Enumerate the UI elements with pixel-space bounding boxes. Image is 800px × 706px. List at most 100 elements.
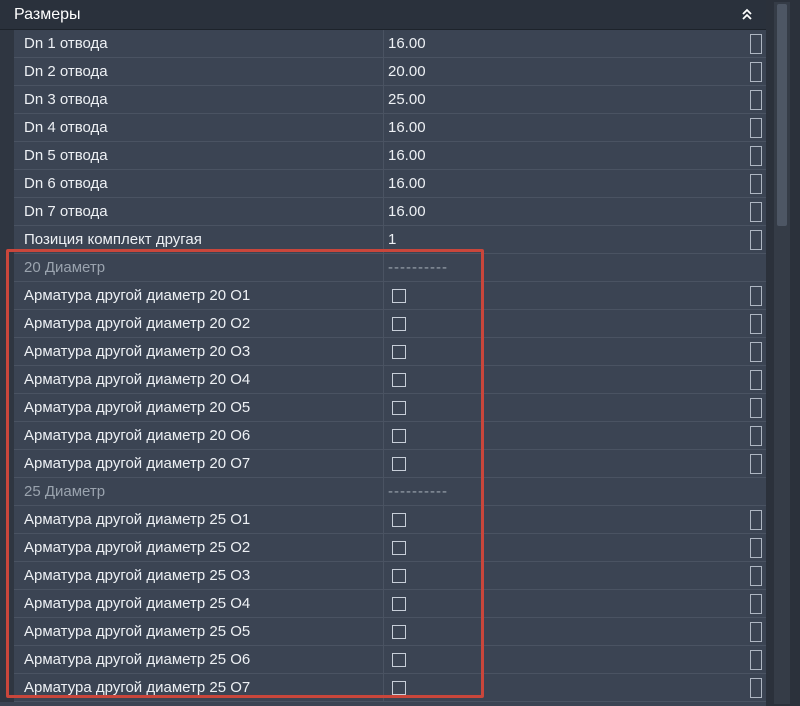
category-separator: ---------- xyxy=(383,254,741,281)
property-row[interactable]: Dn 3 отвода 25.00 xyxy=(0,86,766,114)
row-gutter xyxy=(0,422,14,450)
extra-button-icon xyxy=(749,89,762,110)
property-name: Dn 3 отвода xyxy=(24,91,108,108)
property-value[interactable]: 16.00 xyxy=(383,170,741,197)
property-value[interactable]: 25.00 xyxy=(383,86,741,113)
extra-button[interactable] xyxy=(745,618,766,645)
extra-button[interactable] xyxy=(745,282,766,309)
checkbox[interactable] xyxy=(392,373,406,387)
property-value[interactable]: 1 xyxy=(383,226,741,253)
property-value[interactable]: 16.00 xyxy=(383,142,741,169)
property-row[interactable]: Dn 2 отвода 20.00 xyxy=(0,58,766,86)
property-value xyxy=(383,562,741,589)
row-gutter xyxy=(0,674,14,702)
extra-button[interactable] xyxy=(745,366,766,393)
extra-button[interactable] xyxy=(745,170,766,197)
extra-button-icon xyxy=(749,201,762,222)
row-gutter xyxy=(0,590,14,618)
checkbox[interactable] xyxy=(392,513,406,527)
extra-button[interactable] xyxy=(745,226,766,253)
property-row[interactable]: Dn 7 отвода 16.00 xyxy=(0,198,766,226)
extra-button-icon xyxy=(749,173,762,194)
checkbox-row[interactable]: Арматура другой диаметр 25 O3 xyxy=(0,562,766,590)
extra-button[interactable] xyxy=(745,30,766,57)
property-row[interactable]: Dn 5 отвода 16.00 xyxy=(0,142,766,170)
category-name: 25 Диаметр xyxy=(24,483,106,500)
row-gutter xyxy=(0,86,14,114)
checkbox-row[interactable]: Арматура другой диаметр 25 O1 xyxy=(0,506,766,534)
category-name: 20 Диаметр xyxy=(24,259,106,276)
extra-button[interactable] xyxy=(745,114,766,141)
property-value xyxy=(383,282,741,309)
extra-button[interactable] xyxy=(745,310,766,337)
extra-button-icon xyxy=(749,593,762,614)
property-value[interactable]: 20.00 xyxy=(383,58,741,85)
checkbox[interactable] xyxy=(392,317,406,331)
checkbox-row[interactable]: Арматура другой диаметр 20 O3 xyxy=(0,338,766,366)
property-row[interactable]: Dn 4 отвода 16.00 xyxy=(0,114,766,142)
checkbox-row[interactable]: Арматура другой диаметр 20 O2 xyxy=(0,310,766,338)
property-name: Арматура другой диаметр 20 O6 xyxy=(24,427,251,444)
extra-button[interactable] xyxy=(745,142,766,169)
checkbox-row[interactable]: Арматура другой диаметр 20 O6 xyxy=(0,422,766,450)
property-name: Арматура другой диаметр 25 O7 xyxy=(24,679,251,696)
checkbox[interactable] xyxy=(392,569,406,583)
extra-button[interactable] xyxy=(745,394,766,421)
row-gutter xyxy=(0,58,14,86)
checkbox-row[interactable]: Арматура другой диаметр 20 O5 xyxy=(0,394,766,422)
extra-button[interactable] xyxy=(745,562,766,589)
extra-button[interactable] xyxy=(745,506,766,533)
checkbox[interactable] xyxy=(392,681,406,695)
checkbox-row[interactable]: Арматура другой диаметр 25 O4 xyxy=(0,590,766,618)
extra-button-icon xyxy=(749,229,762,250)
property-value[interactable]: 16.00 xyxy=(383,114,741,141)
extra-button[interactable] xyxy=(745,58,766,85)
checkbox-row[interactable]: Арматура другой диаметр 20 O7 xyxy=(0,450,766,478)
checkbox[interactable] xyxy=(392,597,406,611)
property-value[interactable]: 16.00 xyxy=(383,30,741,57)
extra-button[interactable] xyxy=(745,450,766,477)
checkbox[interactable] xyxy=(392,345,406,359)
scrollbar-thumb[interactable] xyxy=(777,4,787,226)
vertical-scrollbar[interactable] xyxy=(766,0,800,706)
extra-button[interactable] xyxy=(745,422,766,449)
checkbox[interactable] xyxy=(392,289,406,303)
extra-button-icon xyxy=(749,537,762,558)
section-header-razmery[interactable]: Размеры xyxy=(0,0,766,30)
checkbox-row[interactable]: Арматура другой диаметр 20 O1 xyxy=(0,282,766,310)
extra-button[interactable] xyxy=(745,590,766,617)
property-row[interactable]: Позиция комплект другая 1 xyxy=(0,226,766,254)
row-gutter xyxy=(0,478,14,506)
extra-button-icon xyxy=(749,145,762,166)
checkbox[interactable] xyxy=(392,653,406,667)
checkbox-row[interactable]: Арматура другой диаметр 25 O6 xyxy=(0,646,766,674)
extra-button[interactable] xyxy=(745,534,766,561)
checkbox[interactable] xyxy=(392,541,406,555)
extra-button[interactable] xyxy=(745,86,766,113)
extra-button[interactable] xyxy=(745,674,766,701)
property-row[interactable]: Dn 1 отвода 16.00 xyxy=(0,30,766,58)
property-value[interactable]: 16.00 xyxy=(383,198,741,225)
extra-button-icon xyxy=(749,397,762,418)
extra-button-icon xyxy=(749,61,762,82)
extra-button[interactable] xyxy=(745,198,766,225)
checkbox-row[interactable]: Арматура другой диаметр 20 O4 xyxy=(0,366,766,394)
row-gutter xyxy=(0,142,14,170)
extra-button[interactable] xyxy=(745,338,766,365)
checkbox[interactable] xyxy=(392,625,406,639)
checkbox[interactable] xyxy=(392,401,406,415)
extra-button-icon xyxy=(749,565,762,586)
property-name: Dn 1 отвода xyxy=(24,35,108,52)
extra-button[interactable] xyxy=(745,646,766,673)
row-gutter xyxy=(0,562,14,590)
checkbox-row[interactable]: Арматура другой диаметр 25 O2 xyxy=(0,534,766,562)
checkbox[interactable] xyxy=(392,457,406,471)
checkbox[interactable] xyxy=(392,429,406,443)
checkbox-row[interactable]: Арматура другой диаметр 25 O5 xyxy=(0,618,766,646)
checkbox-row[interactable]: Арматура другой диаметр 25 O7 xyxy=(0,674,766,702)
property-value xyxy=(383,590,741,617)
property-name: Арматура другой диаметр 25 O3 xyxy=(24,567,251,584)
collapse-section-button[interactable] xyxy=(736,4,758,24)
property-row[interactable]: Dn 6 отвода 16.00 xyxy=(0,170,766,198)
section-title: Размеры xyxy=(14,5,81,23)
